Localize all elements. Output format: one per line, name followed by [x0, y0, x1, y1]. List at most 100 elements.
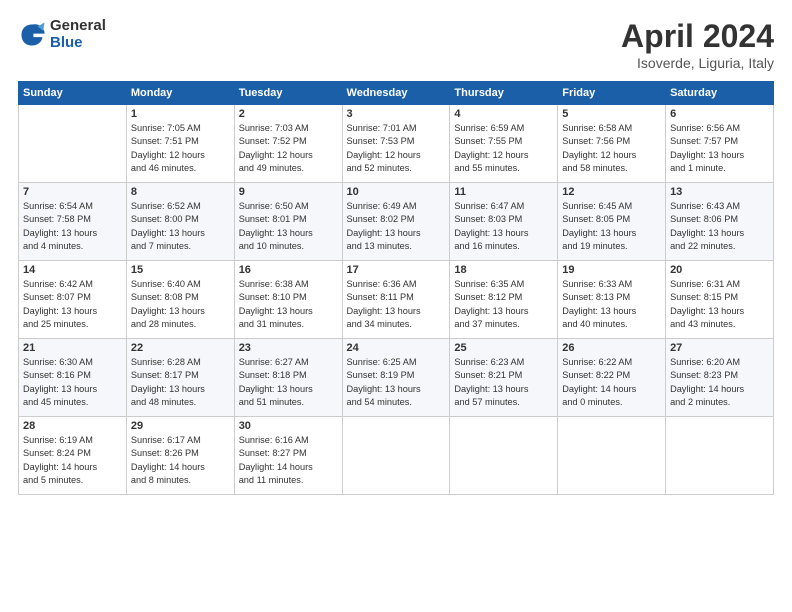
table-row [666, 417, 774, 495]
day-info: Sunrise: 6:56 AM Sunset: 7:57 PM Dayligh… [670, 122, 769, 175]
header-tuesday: Tuesday [234, 82, 342, 105]
day-info: Sunrise: 6:42 AM Sunset: 8:07 PM Dayligh… [23, 278, 122, 331]
header-friday: Friday [558, 82, 666, 105]
table-row: 1Sunrise: 7:05 AM Sunset: 7:51 PM Daylig… [126, 105, 234, 183]
logo-general-text: General [50, 18, 106, 35]
day-info: Sunrise: 6:43 AM Sunset: 8:06 PM Dayligh… [670, 200, 769, 253]
table-row: 4Sunrise: 6:59 AM Sunset: 7:55 PM Daylig… [450, 105, 558, 183]
week-row-0: 1Sunrise: 7:05 AM Sunset: 7:51 PM Daylig… [19, 105, 774, 183]
day-info: Sunrise: 6:59 AM Sunset: 7:55 PM Dayligh… [454, 122, 553, 175]
day-number: 15 [131, 264, 230, 276]
day-number: 14 [23, 264, 122, 276]
day-info: Sunrise: 6:20 AM Sunset: 8:23 PM Dayligh… [670, 356, 769, 409]
day-info: Sunrise: 6:49 AM Sunset: 8:02 PM Dayligh… [347, 200, 446, 253]
header-thursday: Thursday [450, 82, 558, 105]
day-number: 13 [670, 186, 769, 198]
title-block: April 2024 Isoverde, Liguria, Italy [621, 18, 774, 71]
day-number: 23 [239, 342, 338, 354]
day-number: 8 [131, 186, 230, 198]
day-info: Sunrise: 6:45 AM Sunset: 8:05 PM Dayligh… [562, 200, 661, 253]
week-row-4: 28 Sunrise: 6:19 AM Sunset: 8:24 PM Dayli… [19, 417, 774, 495]
day-number: 10 [347, 186, 446, 198]
day-info: Sunrise: 6:30 AM Sunset: 8:16 PM Dayligh… [23, 356, 122, 409]
table-row: 17 Sunrise: 6:36 AM Sunset: 8:11 PM Dayli… [342, 261, 450, 339]
table-row [450, 417, 558, 495]
location: Isoverde, Liguria, Italy [621, 55, 774, 71]
day-info: Sunrise: 6:52 AM Sunset: 8:00 PM Dayligh… [131, 200, 230, 253]
day-info: Sunrise: 6:58 AM Sunset: 7:56 PM Dayligh… [562, 122, 661, 175]
logo-blue-text: Blue [50, 35, 106, 52]
day-number: 7 [23, 186, 122, 198]
table-row: 18 Sunrise: 6:35 AM Sunset: 8:12 PM Dayli… [450, 261, 558, 339]
logo-icon [18, 21, 46, 49]
table-row: 23 Sunrise: 6:27 AM Sunset: 8:18 PM Dayli… [234, 339, 342, 417]
day-info: Sunrise: 6:23 AM Sunset: 8:21 PM Dayligh… [454, 356, 553, 409]
table-row [558, 417, 666, 495]
day-number: 26 [562, 342, 661, 354]
header-wednesday: Wednesday [342, 82, 450, 105]
table-row: 24 Sunrise: 6:25 AM Sunset: 8:19 PM Dayli… [342, 339, 450, 417]
table-row: 8 Sunrise: 6:52 AM Sunset: 8:00 PM Daylig… [126, 183, 234, 261]
table-row: 28 Sunrise: 6:19 AM Sunset: 8:24 PM Dayli… [19, 417, 127, 495]
day-number: 27 [670, 342, 769, 354]
table-row: 2 Sunrise: 7:03 AM Sunset: 7:52 PM Daylig… [234, 105, 342, 183]
week-row-2: 14 Sunrise: 6:42 AM Sunset: 8:07 PM Dayli… [19, 261, 774, 339]
day-info: Sunrise: 6:40 AM Sunset: 8:08 PM Dayligh… [131, 278, 230, 331]
header-saturday: Saturday [666, 82, 774, 105]
day-number: 3 [347, 108, 446, 120]
day-info: Sunrise: 6:25 AM Sunset: 8:19 PM Dayligh… [347, 356, 446, 409]
table-row: 3 Sunrise: 7:01 AM Sunset: 7:53 PM Daylig… [342, 105, 450, 183]
table-row: 30Sunrise: 6:16 AM Sunset: 8:27 PM Dayli… [234, 417, 342, 495]
table-row: 25Sunrise: 6:23 AM Sunset: 8:21 PM Dayli… [450, 339, 558, 417]
day-info: Sunrise: 7:01 AM Sunset: 7:53 PM Dayligh… [347, 122, 446, 175]
day-info: Sunrise: 6:36 AM Sunset: 8:11 PM Dayligh… [347, 278, 446, 331]
day-number: 16 [239, 264, 338, 276]
day-number: 12 [562, 186, 661, 198]
day-info: Sunrise: 6:50 AM Sunset: 8:01 PM Dayligh… [239, 200, 338, 253]
table-row: 9 Sunrise: 6:50 AM Sunset: 8:01 PM Daylig… [234, 183, 342, 261]
table-row: 10 Sunrise: 6:49 AM Sunset: 8:02 PM Dayli… [342, 183, 450, 261]
table-row: 27 Sunrise: 6:20 AM Sunset: 8:23 PM Dayli… [666, 339, 774, 417]
day-info: Sunrise: 6:19 AM Sunset: 8:24 PM Dayligh… [23, 434, 122, 487]
table-row: 14 Sunrise: 6:42 AM Sunset: 8:07 PM Dayli… [19, 261, 127, 339]
table-row: 15 Sunrise: 6:40 AM Sunset: 8:08 PM Dayli… [126, 261, 234, 339]
table-row: 21 Sunrise: 6:30 AM Sunset: 8:16 PM Dayli… [19, 339, 127, 417]
table-row: 12 Sunrise: 6:45 AM Sunset: 8:05 PM Dayli… [558, 183, 666, 261]
day-info: Sunrise: 7:05 AM Sunset: 7:51 PM Dayligh… [131, 122, 230, 175]
day-info: Sunrise: 6:28 AM Sunset: 8:17 PM Dayligh… [131, 356, 230, 409]
table-row [342, 417, 450, 495]
table-row [19, 105, 127, 183]
header-sunday: Sunday [19, 82, 127, 105]
day-info: Sunrise: 6:27 AM Sunset: 8:18 PM Dayligh… [239, 356, 338, 409]
table-row: 5 Sunrise: 6:58 AM Sunset: 7:56 PM Daylig… [558, 105, 666, 183]
table-row: 29Sunrise: 6:17 AM Sunset: 8:26 PM Dayli… [126, 417, 234, 495]
table-row: 19Sunrise: 6:33 AM Sunset: 8:13 PM Dayli… [558, 261, 666, 339]
day-info: Sunrise: 6:54 AM Sunset: 7:58 PM Dayligh… [23, 200, 122, 253]
logo-text: General Blue [50, 18, 106, 51]
day-number: 9 [239, 186, 338, 198]
page: General Blue April 2024 Isoverde, Liguri… [0, 0, 792, 612]
day-number: 22 [131, 342, 230, 354]
day-info: Sunrise: 6:35 AM Sunset: 8:12 PM Dayligh… [454, 278, 553, 331]
day-number: 24 [347, 342, 446, 354]
day-info: Sunrise: 6:16 AM Sunset: 8:27 PM Dayligh… [239, 434, 338, 487]
day-number: 17 [347, 264, 446, 276]
table-row: 26 Sunrise: 6:22 AM Sunset: 8:22 PM Dayli… [558, 339, 666, 417]
header-monday: Monday [126, 82, 234, 105]
day-info: Sunrise: 6:17 AM Sunset: 8:26 PM Dayligh… [131, 434, 230, 487]
day-number: 11 [454, 186, 553, 198]
day-number: 21 [23, 342, 122, 354]
day-info: Sunrise: 6:22 AM Sunset: 8:22 PM Dayligh… [562, 356, 661, 409]
table-row: 22 Sunrise: 6:28 AM Sunset: 8:17 PM Dayli… [126, 339, 234, 417]
day-number: 2 [239, 108, 338, 120]
day-info: Sunrise: 7:03 AM Sunset: 7:52 PM Dayligh… [239, 122, 338, 175]
table-row: 11Sunrise: 6:47 AM Sunset: 8:03 PM Dayli… [450, 183, 558, 261]
calendar: Sunday Monday Tuesday Wednesday Thursday… [18, 81, 774, 495]
day-info: Sunrise: 6:31 AM Sunset: 8:15 PM Dayligh… [670, 278, 769, 331]
header: General Blue April 2024 Isoverde, Liguri… [18, 18, 774, 71]
day-number: 18 [454, 264, 553, 276]
table-row: 16Sunrise: 6:38 AM Sunset: 8:10 PM Dayli… [234, 261, 342, 339]
day-number: 5 [562, 108, 661, 120]
day-number: 28 [23, 420, 122, 432]
month-title: April 2024 [621, 18, 774, 55]
